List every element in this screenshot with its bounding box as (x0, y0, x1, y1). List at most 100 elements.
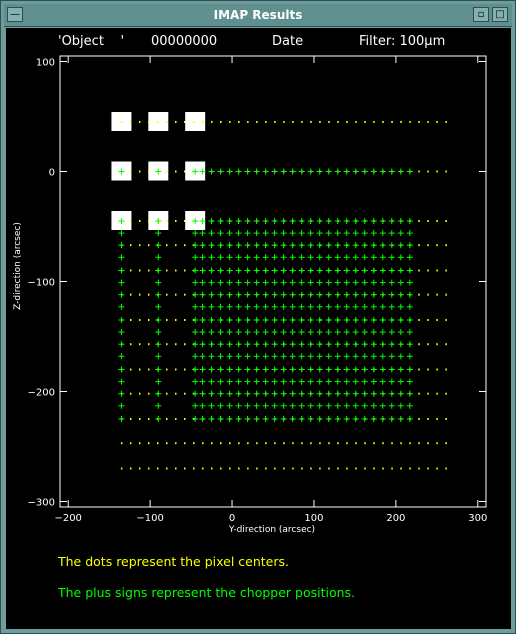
chopper-plus (325, 378, 332, 385)
chopper-plus (325, 402, 332, 409)
chopper-plus (253, 168, 260, 175)
chopper-plus (226, 402, 233, 409)
pixel-center-dot (138, 392, 141, 395)
chopper-plus (370, 317, 377, 323)
pixel-center-dot (184, 121, 186, 123)
header-filter-label: Filter: 100μm (359, 34, 445, 49)
pixel-center-dot (445, 293, 447, 296)
pixel-center-dot (292, 467, 294, 470)
chopper-plus (192, 366, 199, 373)
chopper-plus (253, 329, 260, 336)
chopper-plus (307, 291, 314, 298)
chopper-plus (217, 390, 224, 397)
chopper-plus (244, 279, 251, 286)
pixel-center-dot (445, 121, 447, 123)
chopper-plus (361, 378, 368, 385)
chopper-plus (397, 303, 404, 310)
chopper-plus (199, 366, 206, 373)
pixel-center-dot (400, 121, 402, 123)
pixel-center-dot (283, 467, 285, 470)
pixel-center-dot (120, 121, 123, 123)
chopper-plus (271, 416, 278, 422)
chopper-plus (244, 317, 251, 323)
chopper-plus (280, 279, 287, 286)
chopper-plus (155, 416, 162, 422)
title-bar[interactable]: — IMAP Results ▫ □ (4, 4, 512, 27)
chopper-plus (289, 341, 296, 348)
chopper-plus (199, 390, 206, 397)
chopper-plus (307, 378, 314, 385)
chopper-plus (280, 329, 287, 336)
chopper-plus (298, 267, 305, 274)
chopper-plus (307, 230, 314, 237)
chopper-plus (406, 242, 413, 249)
chopper-plus (262, 303, 269, 310)
chopper-plus (352, 317, 359, 323)
chopper-plus (289, 230, 296, 237)
chopper-plus (343, 402, 350, 409)
chopper-plus (388, 353, 395, 360)
maximize-button[interactable]: □ (492, 7, 508, 22)
pixel-center-dot (391, 442, 393, 445)
chopper-plus (271, 341, 278, 348)
pixel-center-dot (147, 442, 150, 445)
chopper-plus (334, 416, 341, 422)
chopper-plus (271, 267, 278, 274)
chopper-plus (289, 329, 296, 336)
plot-area: 'Object ' 00000000 Date Filter: 100μm −2… (6, 28, 511, 629)
pixel-center-dot (175, 368, 177, 371)
chopper-plus (208, 242, 215, 249)
pixel-center-dot (184, 343, 186, 346)
chopper-plus (217, 168, 224, 175)
chopper-plus (155, 267, 162, 274)
chopper-plus (325, 254, 332, 261)
pixel-center-dot (427, 368, 429, 371)
chopper-plus (334, 390, 341, 397)
chopper-plus (199, 291, 206, 298)
chopper-plus (361, 329, 368, 336)
chopper-plus (325, 341, 332, 348)
pixel-center-dot (445, 319, 447, 321)
chopper-plus (352, 242, 359, 249)
chopper-plus (235, 366, 242, 373)
chopper-plus (235, 230, 242, 237)
chopper-plus (118, 279, 125, 286)
chopper-plus (289, 303, 296, 310)
pixel-center-dot (166, 368, 168, 371)
chopper-plus (334, 242, 341, 249)
chopper-plus (280, 168, 287, 175)
pixel-center-dot (346, 442, 348, 445)
chopper-plus (199, 230, 206, 237)
chopper-plus (379, 341, 386, 348)
pixel-center-dot (175, 269, 177, 272)
pixel-center-dot (147, 244, 150, 247)
chopper-plus (208, 291, 215, 298)
chopper-plus (316, 378, 323, 385)
pixel-center-dot (382, 121, 384, 123)
pixel-center-dot (292, 121, 294, 123)
chopper-plus (280, 242, 287, 249)
chopper-plus (208, 279, 215, 286)
chart-marks (111, 112, 447, 470)
chopper-plus (325, 366, 332, 373)
pixel-center-dot (138, 244, 141, 247)
pixel-center-dot (129, 392, 132, 395)
chopper-plus (370, 168, 377, 175)
chopper-plus (235, 390, 242, 397)
chopper-plus (192, 303, 199, 310)
pixel-center-dot (283, 442, 285, 445)
chopper-plus (316, 291, 323, 298)
chopper-plus (388, 341, 395, 348)
chopper-plus (307, 402, 314, 409)
pixel-center-dot (355, 442, 357, 445)
chopper-plus (352, 378, 359, 385)
pixel-center-dot (184, 368, 186, 371)
pixel-center-dot (220, 442, 222, 445)
pixel-center-dot (147, 343, 150, 346)
chopper-plus (217, 254, 224, 261)
chopper-plus (235, 317, 242, 323)
pixel-center-dot (184, 170, 186, 173)
minimize-button[interactable]: ▫ (473, 7, 489, 22)
chopper-plus (253, 218, 260, 224)
chopper-plus (244, 291, 251, 298)
